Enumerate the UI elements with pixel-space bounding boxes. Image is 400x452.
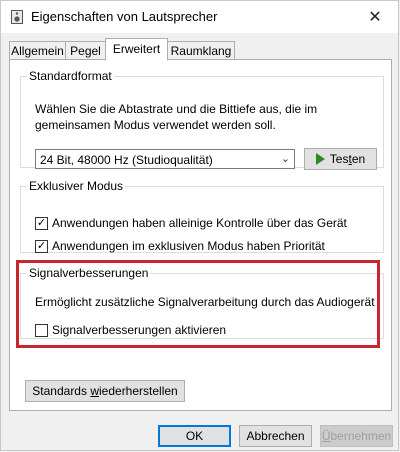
format-select[interactable]: 24 Bit, 48000 Hz (Studioqualität) ⌄: [35, 149, 295, 169]
restore-defaults-label: Standards wiederherstellen: [32, 384, 178, 398]
close-icon: ✕: [368, 9, 382, 26]
checkmark-icon: ✓: [36, 216, 47, 229]
checkmark-icon: ✓: [36, 239, 47, 252]
group-standardformat: Standardformat Wählen Sie die Abtastrate…: [20, 69, 384, 170]
group-signalverbesserungen: Signalverbesserungen Ermöglicht zusätzli…: [20, 266, 384, 339]
format-select-value: 24 Bit, 48000 Hz (Studioqualität): [40, 153, 213, 167]
group-signalverbesserungen-legend: Signalverbesserungen: [29, 266, 149, 280]
apply-button-label: Übernehmen: [321, 429, 392, 443]
checkbox-prioritaet[interactable]: ✓: [35, 239, 48, 253]
tab-pegel[interactable]: Pegel: [65, 41, 106, 59]
standardformat-description-line2: gemeinsamen Modus verwendet werden soll.: [35, 118, 276, 132]
tab-erweitert[interactable]: Erweitert: [105, 38, 168, 61]
title-bar: Eigenschaften von Lautsprecher ✕: [1, 1, 398, 33]
tab-allgemein[interactable]: Allgemein: [9, 41, 66, 59]
chevron-down-icon: ⌄: [280, 153, 290, 165]
checkbox-row-prioritaet[interactable]: ✓ Anwendungen im exklusiven Modus haben …: [35, 238, 325, 254]
properties-dialog: Eigenschaften von Lautsprecher ✕ Allgeme…: [0, 0, 399, 451]
test-button[interactable]: Testen: [304, 148, 377, 170]
standardformat-description-line1: Wählen Sie die Abtastrate und die Bittie…: [35, 102, 318, 116]
close-button[interactable]: ✕: [352, 1, 398, 33]
group-exklusiver-modus-legend: Exklusiver Modus: [29, 179, 124, 193]
signal-description: Ermöglicht zusätzliche Signalverarbeitun…: [35, 295, 375, 309]
window-title: Eigenschaften von Lautsprecher: [31, 9, 218, 24]
speaker-icon: [11, 10, 23, 24]
group-standardformat-legend: Standardformat: [29, 69, 112, 83]
checkbox-row-signalverbesserungen[interactable]: Signalverbesserungen aktivieren: [35, 322, 226, 338]
test-button-label: Testen: [329, 152, 366, 166]
play-icon: [315, 153, 325, 165]
cancel-button[interactable]: Abbrechen: [239, 425, 312, 447]
checkbox-row-alleinige-kontrolle[interactable]: ✓ Anwendungen haben alleinige Kontrolle …: [35, 215, 347, 231]
tab-panel-erweitert: Standardformat Wählen Sie die Abtastrate…: [9, 59, 392, 411]
checkbox-alleinige-kontrolle[interactable]: ✓: [35, 216, 48, 230]
checkbox-label-signalverbesserungen: Signalverbesserungen aktivieren: [52, 323, 227, 337]
tab-raumklang[interactable]: Raumklang: [167, 41, 235, 59]
checkbox-label-prioritaet: Anwendungen im exklusiven Modus haben Pr…: [52, 239, 325, 253]
checkbox-signalverbesserungen[interactable]: [35, 323, 48, 337]
restore-defaults-button[interactable]: Standards wiederherstellen: [25, 380, 185, 402]
ok-button[interactable]: OK: [158, 425, 231, 447]
group-exklusiver-modus: Exklusiver Modus ✓ Anwendungen haben all…: [20, 179, 384, 253]
checkbox-label-alleinige-kontrolle: Anwendungen haben alleinige Kontrolle üb…: [52, 216, 347, 230]
apply-button[interactable]: Übernehmen: [320, 425, 393, 447]
